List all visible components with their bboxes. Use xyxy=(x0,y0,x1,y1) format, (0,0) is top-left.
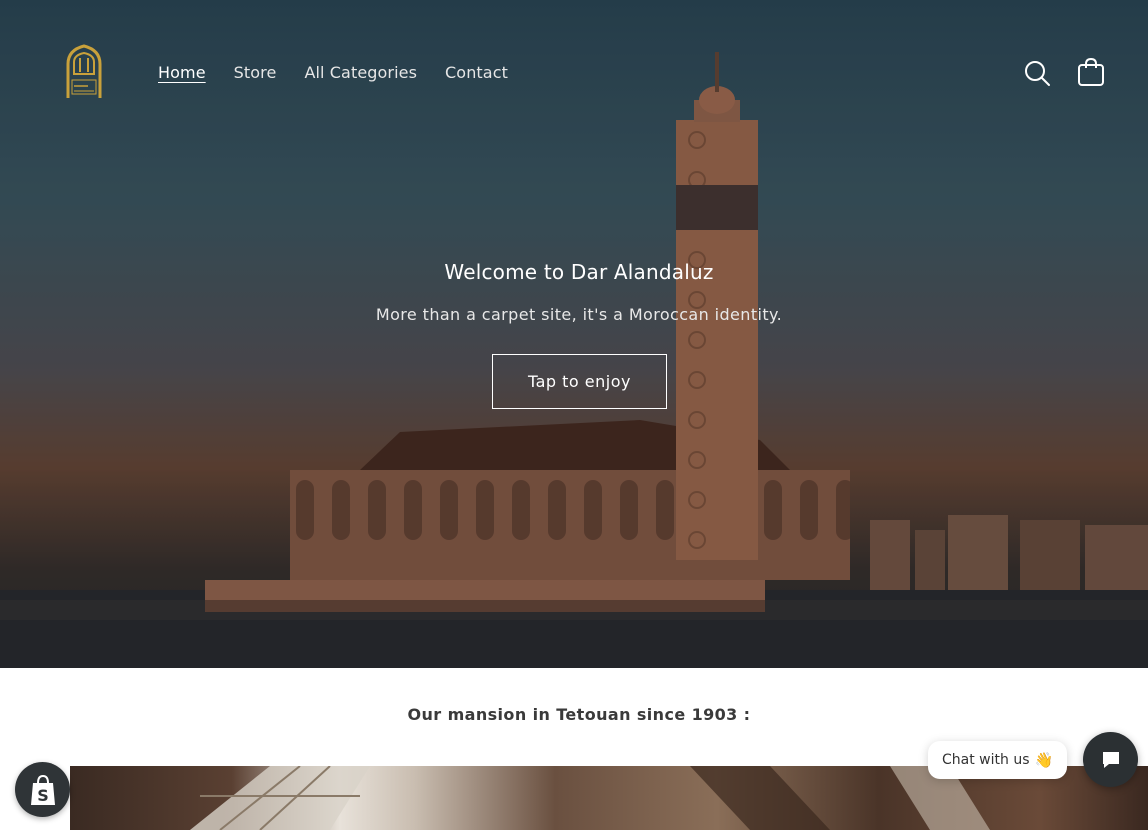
nav-item-contact[interactable]: Contact xyxy=(445,63,508,82)
chat-with-us-bubble[interactable]: Chat with us 👋 xyxy=(928,741,1068,779)
logo-icon xyxy=(66,44,102,98)
chat-icon[interactable] xyxy=(1083,732,1138,787)
waving-hand-icon: 👋 xyxy=(1034,751,1054,769)
dar-alandaluz-logo[interactable] xyxy=(64,44,104,100)
site-header: Home Store All Categories Contact xyxy=(0,0,1148,148)
svg-text:S: S xyxy=(37,786,49,805)
hero-subtitle: More than a carpet site, it's a Moroccan… xyxy=(375,305,783,324)
nav-item-store[interactable]: Store xyxy=(234,63,277,82)
main-nav: Home Store All Categories Contact xyxy=(158,63,536,82)
cart-icon[interactable] xyxy=(1075,56,1107,88)
tap-to-enjoy-button[interactable]: Tap to enjoy xyxy=(492,354,667,409)
shopify-bag-icon[interactable]: S xyxy=(15,762,70,817)
chat-label: Chat with us xyxy=(942,752,1030,768)
mansion-section-heading: Our mansion in Tetouan since 1903 : xyxy=(407,705,751,724)
nav-item-all-categories[interactable]: All Categories xyxy=(304,63,417,82)
nav-item-home[interactable]: Home xyxy=(158,63,206,82)
search-icon[interactable] xyxy=(1022,58,1052,88)
hero-title: Welcome to Dar Alandaluz xyxy=(444,260,714,284)
